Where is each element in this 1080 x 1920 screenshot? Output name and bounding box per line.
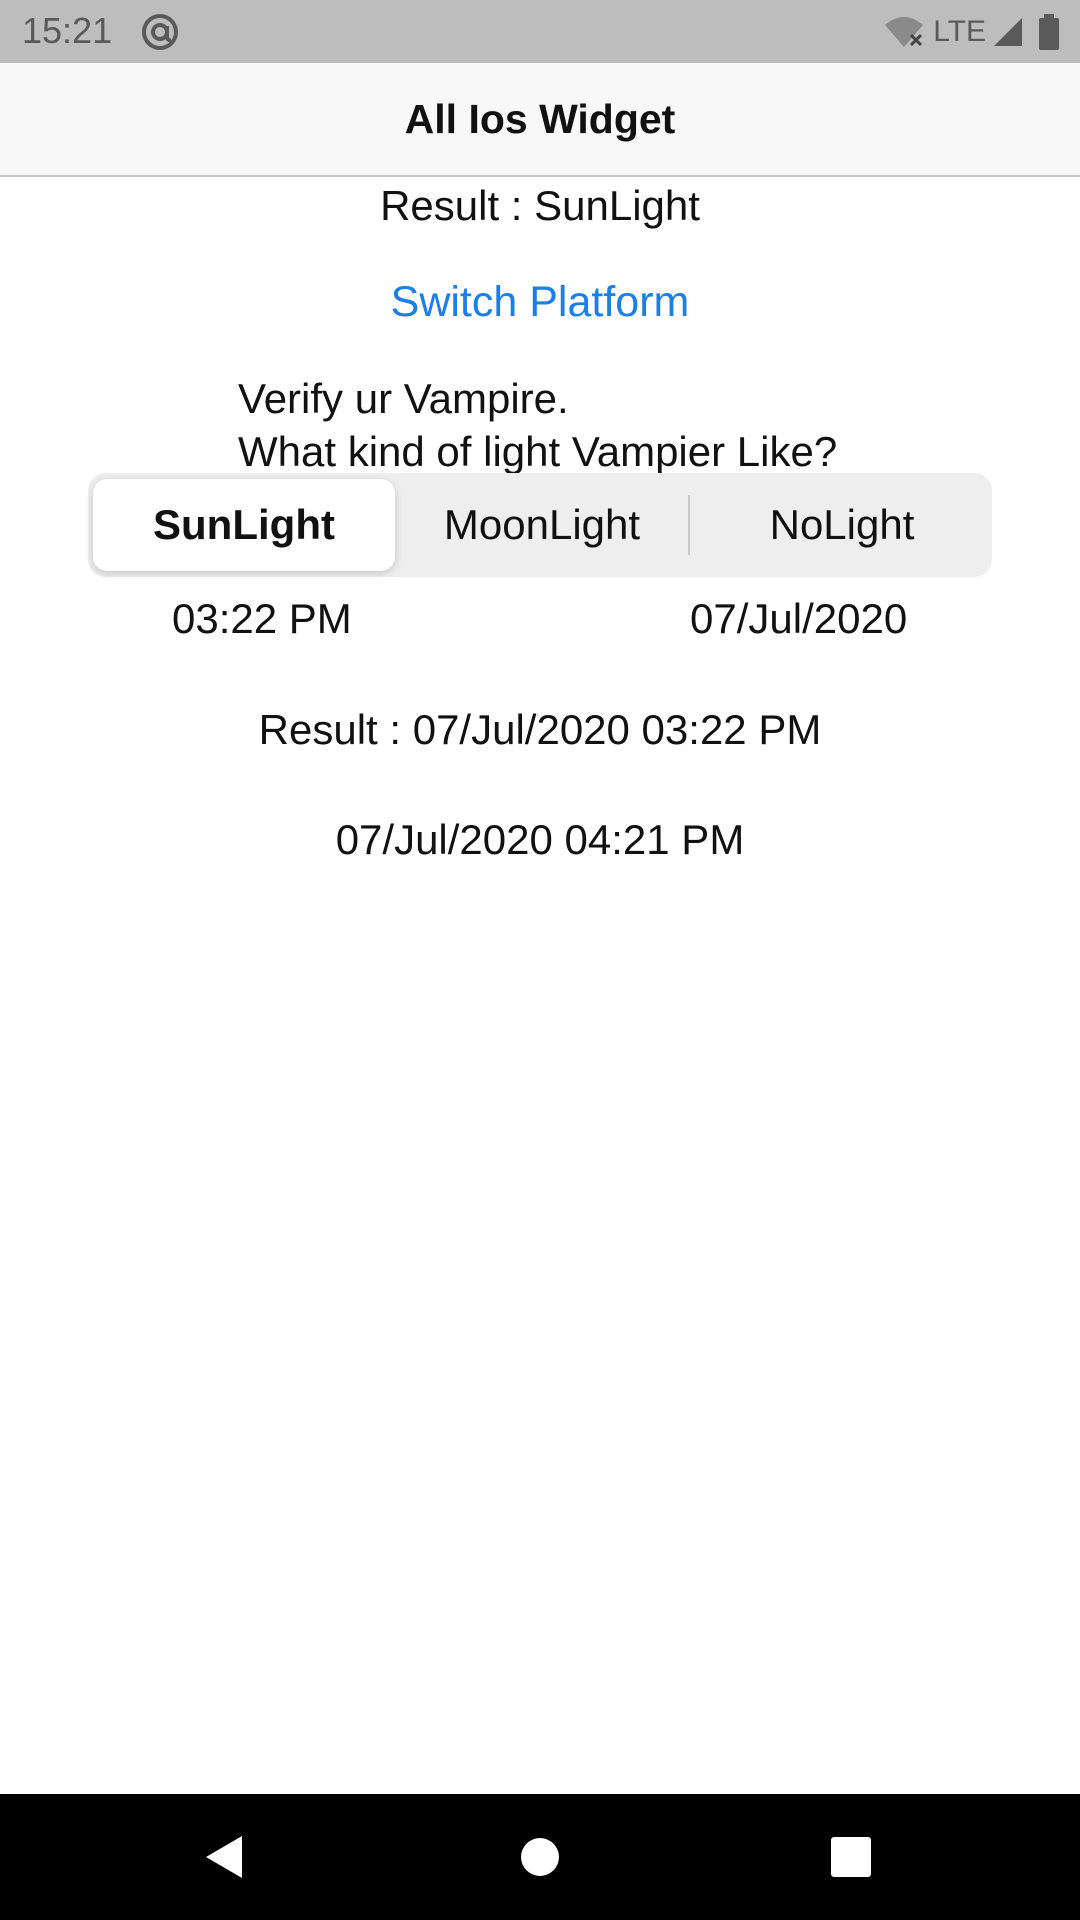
back-icon[interactable] <box>192 1824 258 1890</box>
time-picker-value[interactable]: 03:22 PM <box>172 595 352 643</box>
signal-icon <box>994 18 1022 46</box>
home-icon[interactable] <box>507 1824 573 1890</box>
navigation-bar: All Ios Widget <box>0 63 1080 177</box>
wifi-off-icon <box>885 17 924 47</box>
page-title: All Ios Widget <box>404 95 676 142</box>
status-time: 15:21 <box>22 10 113 51</box>
light-segmented-control: SunLight MoonLight NoLight <box>88 473 992 577</box>
datetime-result-text: Result : 07/Jul/2020 03:22 PM <box>258 706 822 753</box>
segment-sunlight[interactable]: SunLight <box>93 479 395 571</box>
recents-icon[interactable] <box>818 1824 884 1890</box>
question-text: Verify ur Vampire. What kind of light Va… <box>238 372 837 478</box>
status-icons: LTE <box>883 12 1062 52</box>
question-line-1: Verify ur Vampire. <box>238 375 569 422</box>
switch-platform-button[interactable]: Switch Platform <box>0 278 1080 327</box>
system-navigation-bar <box>0 1794 1080 1920</box>
date-picker-value[interactable]: 07/Jul/2020 <box>690 595 907 643</box>
segment-moonlight[interactable]: MoonLight <box>392 473 692 577</box>
status-bar: 15:21 LTE <box>0 0 1080 63</box>
datetime-picker-value[interactable]: 07/Jul/2020 04:21 PM <box>0 816 1080 864</box>
at-sign-icon <box>142 14 178 50</box>
network-type: LTE <box>933 15 986 48</box>
battery-icon <box>1039 14 1059 50</box>
question-line-2: What kind of light Vampier Like? <box>238 428 838 475</box>
segment-result-text: Result : SunLight <box>380 182 700 229</box>
segment-nolight[interactable]: NoLight <box>692 473 992 577</box>
app-screen: 15:21 LTE All Ios Widget Result : SunLig… <box>0 0 1080 1920</box>
